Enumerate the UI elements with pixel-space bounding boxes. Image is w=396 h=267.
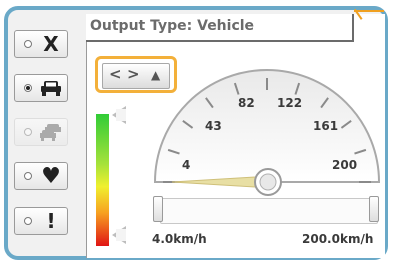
radio-car-button[interactable] — [14, 74, 68, 102]
radio-clear-button[interactable]: X — [14, 30, 68, 58]
radio-alert-button[interactable]: ! — [14, 207, 68, 235]
callout-line — [354, 10, 384, 12]
range-max-handle[interactable] — [369, 196, 379, 222]
tick-label-82: 82 — [238, 96, 255, 110]
range-max-label: 200.0km/h — [302, 232, 374, 246]
car-icon — [38, 77, 64, 99]
upper-marker-icon[interactable] — [112, 106, 126, 124]
tick-label-43: 43 — [205, 119, 222, 133]
radio-dot — [24, 128, 32, 136]
radio-dot — [24, 40, 32, 48]
tick-label-4: 4 — [182, 158, 191, 172]
exclamation-icon: ! — [46, 209, 56, 233]
heart-icon: ♥ — [41, 163, 61, 189]
tick-label-161: 161 — [313, 119, 339, 133]
tick-label-122: 122 — [277, 96, 303, 110]
radio-dot — [24, 172, 32, 180]
lower-marker-icon[interactable] — [112, 226, 126, 244]
speed-range-slider[interactable] — [160, 198, 378, 224]
right-arrow-icon: > — [127, 65, 140, 83]
tick-label-200: 200 — [332, 158, 358, 172]
speed-gauge — [153, 69, 381, 196]
range-min-label: 4.0km/h — [152, 232, 207, 246]
range-min-handle[interactable] — [153, 196, 163, 222]
radio-dot — [24, 217, 32, 225]
output-type-label: Output Type: Vehicle — [86, 14, 354, 42]
radio-dot-selected — [24, 84, 32, 92]
radio-heart-button[interactable]: ♥ — [14, 162, 68, 190]
radio-traffic-button[interactable] — [14, 118, 68, 146]
left-arrow-icon: < — [109, 65, 122, 83]
two-cars-icon — [38, 121, 64, 143]
speed-color-bar — [96, 114, 109, 246]
x-icon: X — [43, 32, 59, 56]
